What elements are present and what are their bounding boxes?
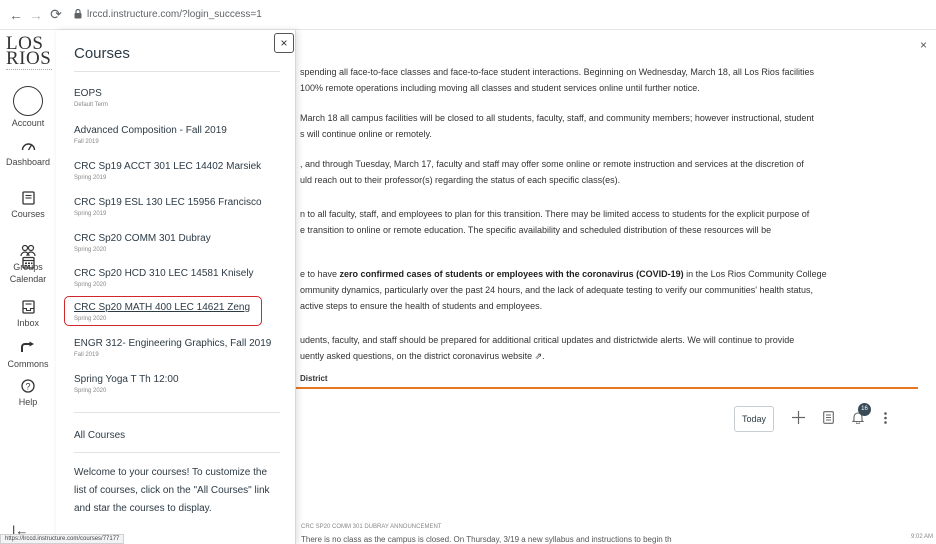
nav-dashboard[interactable]: Dashboard (0, 139, 56, 167)
main-content: × spending all face-to-face classes and … (296, 30, 936, 544)
add-icon[interactable] (792, 411, 805, 427)
link-status-bar: https://lrccd.instructure.com/courses/77… (0, 534, 125, 544)
feed-item-preview[interactable]: There is no class as the campus is close… (301, 535, 672, 544)
dashboard-icon (0, 139, 56, 155)
announcement-paragraph: n to all faculty, staff, and employees t… (300, 209, 810, 235)
course-link[interactable]: CRC Sp19 ESL 130 LEC 15956 Francisco Spr… (74, 196, 280, 217)
coronavirus-website-link[interactable]: uently asked questions, on the district … (300, 348, 915, 364)
reload-icon[interactable]: ⟳ (46, 5, 66, 25)
dismiss-announcement-icon[interactable]: × (920, 38, 927, 52)
close-tray-button[interactable]: × (274, 33, 294, 53)
address-bar[interactable]: lrccd.instructure.com/?login_success=1 (74, 8, 262, 21)
nav-help[interactable]: ? Help (0, 379, 56, 407)
welcome-message: Welcome to your courses! To customize th… (74, 467, 270, 514)
feed-item-course-label: CRC SP20 COMM 301 DUBRAY ANNOUNCEMENT (301, 524, 442, 530)
grades-icon[interactable] (823, 411, 834, 427)
notification-count-badge: 16 (858, 403, 871, 416)
forward-icon[interactable]: → (26, 5, 46, 25)
svg-text:?: ? (25, 382, 30, 392)
inbox-icon (0, 300, 56, 316)
courses-tray: Courses × EOPS Default Term Advanced Com… (56, 30, 296, 544)
course-link[interactable]: ENGR 312- Engineering Graphics, Fall 201… (74, 337, 280, 358)
course-link[interactable]: CRC Sp19 ACCT 301 LEC 14402 Marsiek Spri… (74, 160, 280, 181)
los-rios-logo[interactable]: LOS RIOS (6, 34, 52, 77)
course-link[interactable]: CRC Sp20 COMM 301 Dubray Spring 2020 (74, 232, 280, 253)
course-link[interactable]: CRC Sp20 HCD 310 LEC 14581 Knisely Sprin… (74, 267, 280, 288)
global-navigation: LOS RIOS Account Dashboard Courses Group… (0, 30, 56, 544)
courses-icon (0, 191, 56, 207)
commons-icon (0, 341, 56, 357)
account-avatar (13, 86, 43, 116)
announcement-paragraph: March 18 all campus facilities will be c… (300, 113, 814, 139)
nav-commons[interactable]: Commons (0, 341, 56, 369)
dashboard-toolbar: Today 16 (734, 403, 887, 435)
nav-courses[interactable]: Courses (0, 191, 56, 219)
announcement-paragraph: , and through Tuesday, March 17, faculty… (300, 159, 804, 185)
course-link[interactable]: EOPS Default Term (74, 87, 280, 108)
announcement-signature: District (300, 374, 328, 383)
lock-icon (74, 8, 82, 21)
notifications-bell-icon[interactable]: 16 (851, 403, 871, 427)
nav-calendar[interactable]: Calendar (0, 256, 56, 284)
course-link-highlighted[interactable]: CRC Sp20 MATH 400 LEC 14621 Zeng Spring … (64, 296, 262, 326)
url-text: lrccd.instructure.com/?login_success=1 (87, 9, 262, 20)
today-button[interactable]: Today (734, 406, 774, 432)
back-icon[interactable]: ← (6, 5, 26, 25)
browser-toolbar: ← → ⟳ lrccd.instructure.com/?login_succe… (0, 0, 936, 30)
help-icon: ? (0, 379, 56, 395)
announcement-paragraph: udents, faculty, and staff should be pre… (300, 332, 915, 364)
announcement-divider (296, 387, 918, 389)
more-options-icon[interactable] (884, 411, 887, 427)
feed-item-time: 9:02 AM (911, 534, 934, 540)
course-link[interactable]: Spring Yoga T Th 12:00 Spring 2020 (74, 373, 280, 394)
announcement-paragraph: e to have zero confirmed cases of studen… (300, 269, 827, 311)
nav-inbox[interactable]: Inbox (0, 300, 56, 328)
calendar-icon (0, 256, 56, 272)
announcement-paragraph: spending all face-to-face classes and fa… (300, 67, 814, 93)
course-link[interactable]: Advanced Composition - Fall 2019 Fall 20… (74, 124, 280, 145)
nav-account[interactable]: Account (0, 86, 56, 128)
tray-title: Courses (74, 45, 130, 62)
all-courses-link[interactable]: All Courses (74, 430, 125, 441)
